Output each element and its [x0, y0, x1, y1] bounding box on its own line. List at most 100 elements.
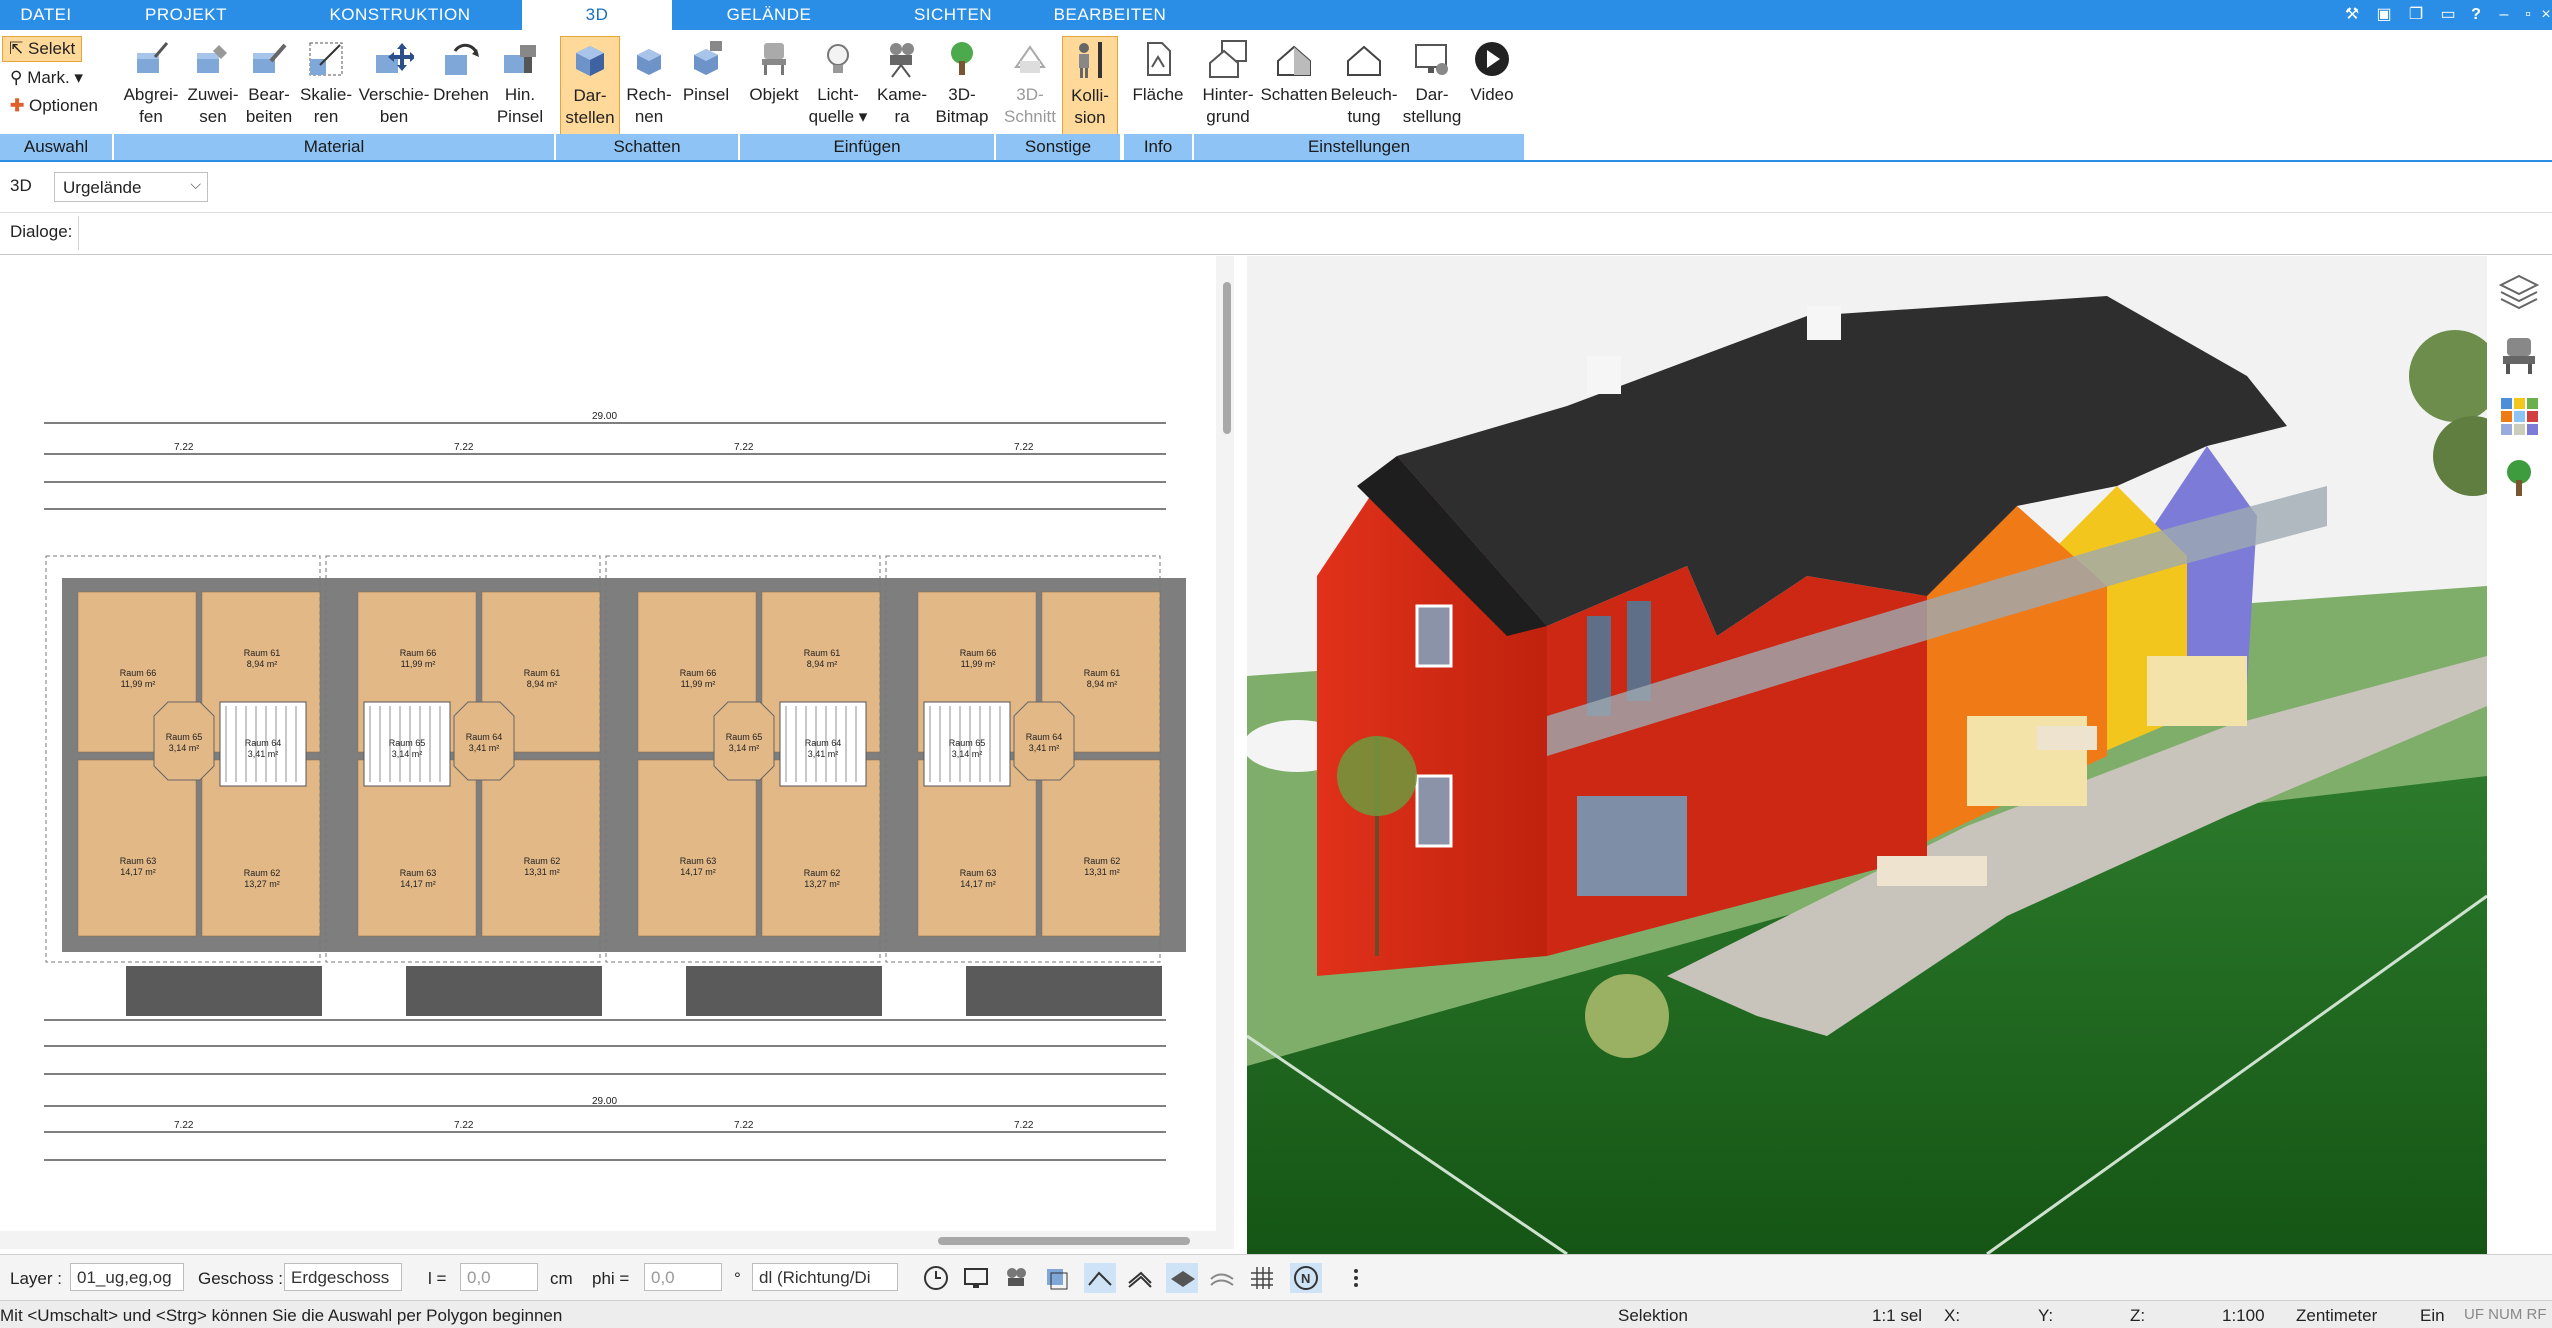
room-name: Raum 64 [466, 732, 503, 742]
phi-input-value: 0,0 [651, 1268, 675, 1287]
furniture-icon[interactable] [2497, 332, 2541, 376]
mark-button[interactable]: ⚲ Mark. ▾ [4, 66, 89, 90]
floor-plan-view[interactable]: 29.00 7.22 7.22 7.22 7.22 29.00 7.22 7.2… [0, 256, 1228, 1259]
area-button[interactable]: Fläche [1128, 36, 1188, 140]
shadow-brush-button[interactable]: Pinsel [678, 36, 734, 140]
brush-icon [497, 36, 543, 82]
video-button[interactable]: Video [1464, 36, 1520, 140]
plan-vertical-scroll-thumb[interactable] [1223, 282, 1231, 434]
length-input[interactable]: 0,0 [460, 1263, 538, 1291]
more-options-icon[interactable] [1340, 1263, 1372, 1293]
tab-sichten[interactable]: SICHTEN [866, 0, 1040, 30]
scale-material-button[interactable]: Skalie-ren [296, 36, 356, 140]
room-name: Raum 65 [166, 732, 203, 742]
save-icon[interactable]: ▣ [2372, 3, 2396, 27]
status-unit: Zentimeter [2296, 1306, 2378, 1325]
room-area: 3,41 m² [808, 749, 839, 759]
options-button[interactable]: ✚ Optionen [4, 94, 104, 118]
help-icon[interactable]: ? [2464, 3, 2488, 27]
collision-button[interactable]: Kolli-sion [1062, 36, 1118, 142]
dialog-bar: Dialoge: [0, 212, 2552, 255]
minimize-button[interactable]: – [2492, 3, 2516, 27]
cube-brush-icon [683, 36, 729, 82]
layers-icon[interactable] [2497, 270, 2541, 314]
room-area: 14,17 m² [960, 879, 996, 889]
room-area: 14,17 m² [400, 879, 436, 889]
room-area: 3,14 m² [169, 743, 200, 753]
light-source-button[interactable]: Licht-quelle ▾ [806, 36, 870, 140]
rotate-material-button[interactable]: Drehen [432, 36, 490, 140]
room-area: 8,94 m² [807, 659, 838, 669]
room-area: 11,99 m² [961, 659, 996, 669]
hin-brush-button[interactable]: Hin. Pinsel [488, 36, 552, 140]
monitor-icon[interactable] [960, 1263, 992, 1293]
floor-view-icon[interactable] [1166, 1263, 1198, 1293]
terrain-select[interactable]: Urgelände ⌵ [54, 172, 208, 202]
divider [78, 216, 79, 250]
room-area: 13,31 m² [1084, 867, 1120, 877]
camera-view-icon[interactable] [1000, 1263, 1032, 1293]
roof-view-icon[interactable] [1124, 1263, 1156, 1293]
calc-shadow-button[interactable]: Rech-nen [620, 36, 678, 140]
object-icon[interactable] [1040, 1263, 1072, 1293]
layer-label: Layer : [10, 1269, 62, 1288]
3d-rendering [1247, 256, 2487, 1254]
window-icon[interactable]: ❐ [2404, 3, 2428, 27]
status-scale: 1:100 [2222, 1306, 2265, 1325]
tab-datei[interactable]: DATEI [0, 0, 92, 30]
pick-material-button[interactable]: Abgrei-fen [116, 36, 186, 140]
room-name: Raum 65 [949, 738, 986, 748]
select-button[interactable]: ⇱ Selekt [2, 36, 83, 62]
display-button[interactable]: Dar-stellung [1400, 36, 1464, 140]
input-mode-value: dl (Richtung/Di [759, 1268, 871, 1287]
person-wall-icon [1067, 37, 1113, 83]
lighting-button[interactable]: Beleuch-tung [1328, 36, 1400, 140]
tab-projekt[interactable]: PROJEKT [92, 0, 280, 30]
tab-bearbeiten[interactable]: BEARBEITEN [1040, 0, 1180, 30]
3d-bitmap-button[interactable]: 3D- Bitmap [932, 36, 992, 140]
phi-input[interactable]: 0,0 [644, 1263, 722, 1291]
insert-object-button[interactable]: Objekt [744, 36, 804, 140]
tools-icon[interactable]: ⚒ [2340, 3, 2364, 27]
shadow-settings-button[interactable]: Schatten [1258, 36, 1330, 140]
room-name: Raum 61 [1084, 668, 1121, 678]
camera-button[interactable]: Kame-ra [872, 36, 932, 140]
room-name: Raum 63 [120, 856, 157, 866]
room-area: 8,94 m² [247, 659, 278, 669]
grid-icon[interactable] [1246, 1263, 1278, 1293]
north-icon[interactable]: N [1290, 1263, 1322, 1293]
layer-select[interactable]: 01_ug,eg,og [70, 1263, 184, 1291]
background-button[interactable]: Hinter-grund [1198, 36, 1258, 140]
plan-horizontal-scroll-thumb[interactable] [938, 1237, 1190, 1245]
materials-icon[interactable] [2497, 394, 2541, 438]
terrain-view-icon[interactable] [1206, 1263, 1238, 1293]
layout-icon[interactable]: ▭ [2436, 3, 2460, 27]
edit-material-button[interactable]: Bear-beiten [240, 36, 298, 140]
room-area: 14,17 m² [120, 867, 156, 877]
input-mode-select[interactable]: dl (Richtung/Di [752, 1263, 898, 1291]
room-name: Raum 66 [960, 648, 997, 658]
tab-konstruktion[interactable]: KONSTRUKTION [280, 0, 520, 30]
tab-3d[interactable]: 3D [522, 0, 672, 30]
chair-icon [751, 36, 797, 82]
room-area: 8,94 m² [1087, 679, 1118, 689]
tab-gelaende[interactable]: GELÄNDE [672, 0, 866, 30]
monitor-gear-icon [1409, 36, 1455, 82]
patio-table [1877, 856, 1987, 886]
length-unit: cm [550, 1269, 573, 1288]
close-button[interactable]: × [2540, 3, 2552, 27]
wall-view-icon[interactable] [1084, 1263, 1116, 1293]
show-shadow-button[interactable]: Dar-stellen [560, 36, 620, 142]
group-einfuegen: Einfügen [740, 134, 994, 160]
3d-view[interactable] [1247, 256, 2487, 1254]
layer-select-value: 01_ug,eg,og [77, 1268, 172, 1287]
dim-unit: 7.22 [454, 1120, 474, 1131]
room-floor [481, 759, 601, 937]
move-material-button[interactable]: Verschie-ben [354, 36, 434, 140]
restore-button[interactable]: ▫ [2516, 3, 2540, 27]
floor-select[interactable]: Erdgeschoss [284, 1263, 402, 1291]
3d-section-button[interactable]: 3D- Schnitt [1000, 36, 1060, 140]
plants-icon[interactable] [2497, 456, 2541, 500]
clock-icon[interactable] [920, 1263, 952, 1293]
assign-material-button[interactable]: Zuwei-sen [184, 36, 242, 140]
